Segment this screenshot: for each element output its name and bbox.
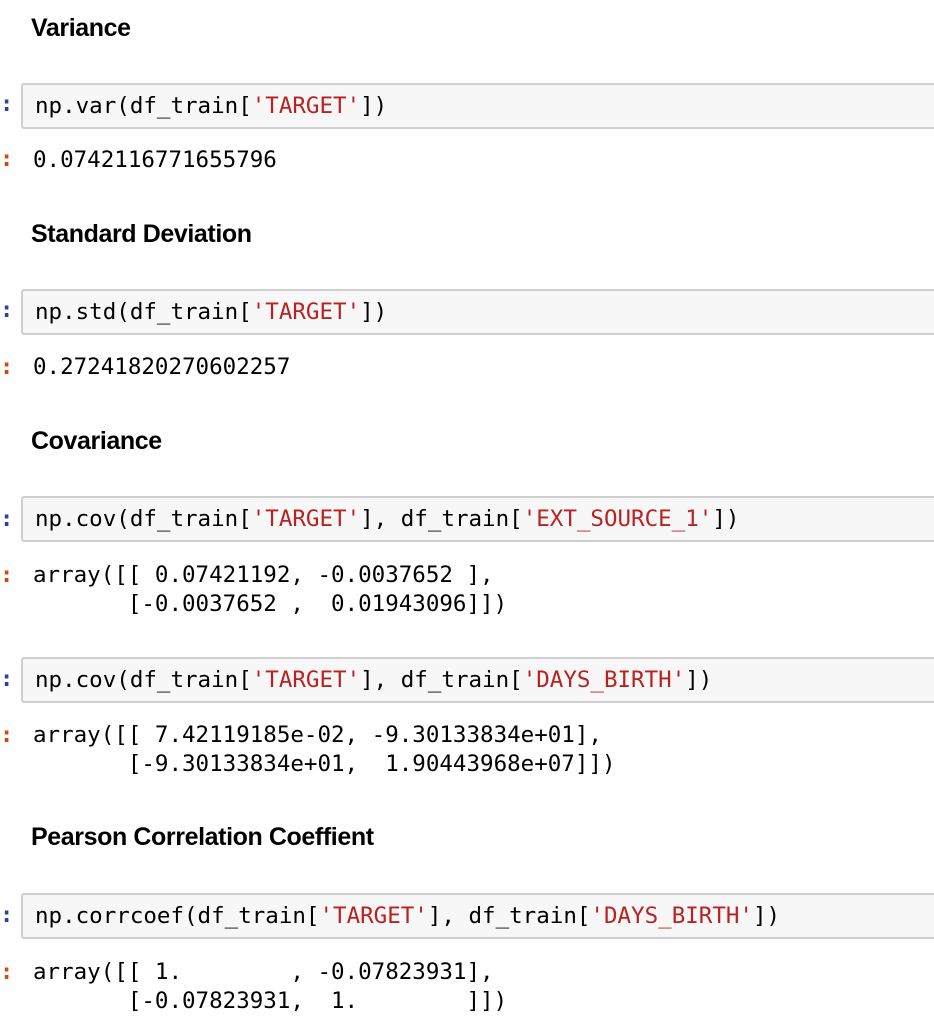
output-cov-ext-source: array([[ 0.07421192, -0.0037652 ], [-0.0… [33,562,508,617]
input-prompt: : [0,904,12,928]
output-prompt: : [0,148,12,172]
code-text: np.var(df_train['TARGET']) [35,93,388,119]
input-prompt: : [0,299,12,323]
code-cell-var[interactable]: np.var(df_train['TARGET']) [21,83,934,129]
code-cell-cov-ext-source[interactable]: np.cov(df_train['TARGET'], df_train['EXT… [21,496,934,542]
code-text: np.cov(df_train['TARGET'], df_train['EXT… [35,506,740,532]
output-prompt: : [0,961,12,985]
code-cell-corrcoef[interactable]: np.corrcoef(df_train['TARGET'], df_train… [21,893,934,939]
output-var: 0.0742116771655796 [33,147,277,173]
output-cov-days-birth: array([[ 7.42119185e-02, -9.30133834e+01… [33,722,616,777]
code-cell-cov-days-birth[interactable]: np.cov(df_train['TARGET'], df_train['DAY… [21,657,934,703]
output-std: 0.27241820270602257 [33,354,291,380]
heading-pearson: Pearson Correlation Coeffient [31,823,374,851]
input-prompt: : [0,508,12,532]
heading-standard-deviation: Standard Deviation [31,220,252,248]
output-corrcoef: array([[ 1. , -0.07823931], [-0.07823931… [33,959,508,1014]
input-prompt: : [0,93,12,117]
code-cell-std[interactable]: np.std(df_train['TARGET']) [21,289,934,335]
output-prompt: : [0,564,12,588]
heading-covariance: Covariance [31,427,162,455]
input-prompt: : [0,668,12,692]
code-text: np.corrcoef(df_train['TARGET'], df_train… [35,903,781,929]
code-text: np.cov(df_train['TARGET'], df_train['DAY… [35,667,713,693]
output-prompt: : [0,724,12,748]
code-text: np.std(df_train['TARGET']) [35,299,388,325]
heading-variance: Variance [31,14,131,42]
output-prompt: : [0,356,12,380]
